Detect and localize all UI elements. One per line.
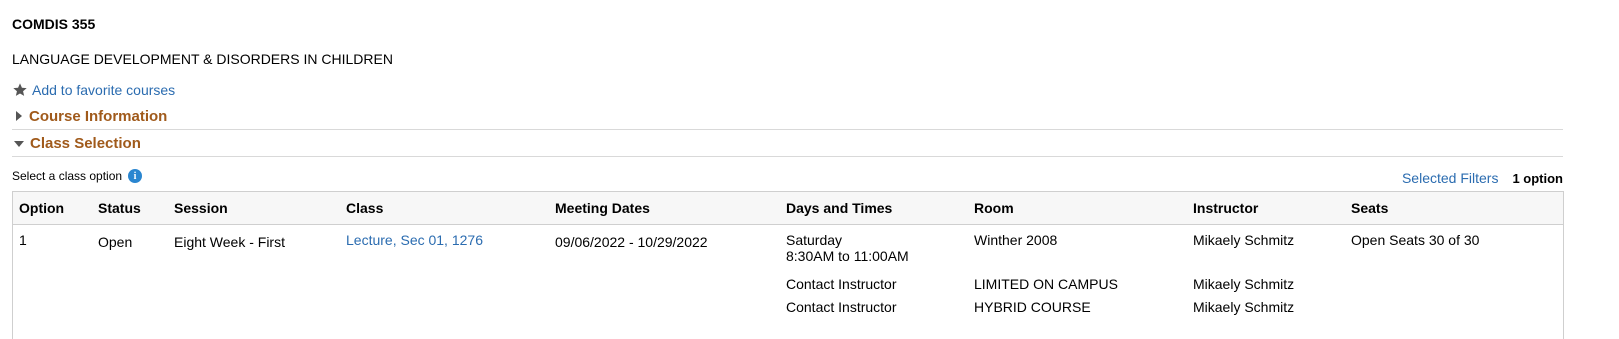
option-count: 1 option: [1512, 170, 1563, 186]
meeting-times: 8:30AM to 11:00AM: [786, 248, 909, 264]
class-selection-label[interactable]: Class Selection: [30, 135, 141, 152]
meeting-dates-value: 09/06/2022 - 10/29/2022: [555, 234, 708, 250]
seats-value: Open Seats 30 of 30: [1351, 232, 1480, 248]
triangle-right-icon: [16, 111, 22, 121]
column-header-instructor: Instructor: [1193, 200, 1259, 216]
option-number: 1: [19, 232, 27, 248]
select-class-prompt-text: Select a class option: [12, 169, 123, 183]
column-header-class: Class: [346, 200, 384, 216]
column-header-status: Status: [98, 200, 141, 216]
column-header-session: Session: [174, 200, 228, 216]
meeting-days: Contact Instructor: [786, 299, 897, 315]
room-value: LIMITED ON CAMPUS: [974, 276, 1118, 292]
select-class-prompt: Select a class option i: [12, 169, 143, 183]
add-favorite-row[interactable]: Add to favorite courses: [12, 82, 175, 98]
course-information-label[interactable]: Course Information: [29, 108, 167, 125]
filters-bar: Selected Filters 1 option: [1402, 170, 1563, 186]
triangle-down-icon: [14, 141, 24, 147]
room-value: HYBRID COURSE: [974, 299, 1091, 315]
class-options-table: Option Status Session Class Meeting Date…: [12, 191, 1564, 339]
add-favorite-link[interactable]: Add to favorite courses: [32, 82, 175, 98]
course-title: LANGUAGE DEVELOPMENT & DISORDERS IN CHIL…: [12, 51, 393, 67]
star-icon[interactable]: [12, 82, 28, 98]
column-header-room: Room: [974, 200, 1014, 216]
course-code: COMDIS 355: [12, 16, 96, 32]
instructor-value: Mikaely Schmitz: [1193, 232, 1295, 248]
class-selection-toggle[interactable]: Class Selection: [12, 130, 1563, 157]
table-header: Option Status Session Class Meeting Date…: [13, 192, 1563, 225]
column-header-option: Option: [19, 200, 65, 216]
meeting-days: Saturday: [786, 232, 843, 248]
room-value: Winther 2008: [974, 232, 1058, 248]
info-icon[interactable]: i: [128, 169, 143, 183]
session-value: Eight Week - First: [174, 234, 285, 250]
meeting-days: Contact Instructor: [786, 276, 897, 292]
instructor-value: Mikaely Schmitz: [1193, 276, 1295, 292]
course-information-toggle[interactable]: Course Information: [12, 103, 1563, 130]
column-header-days-and-times: Days and Times: [786, 200, 893, 216]
class-section-link[interactable]: Lecture, Sec 01, 1276: [346, 232, 483, 248]
column-header-meeting-dates: Meeting Dates: [555, 200, 650, 216]
column-header-seats: Seats: [1351, 200, 1389, 216]
selected-filters-link[interactable]: Selected Filters: [1402, 170, 1498, 186]
status-value: Open: [98, 234, 133, 250]
instructor-value: Mikaely Schmitz: [1193, 299, 1295, 315]
